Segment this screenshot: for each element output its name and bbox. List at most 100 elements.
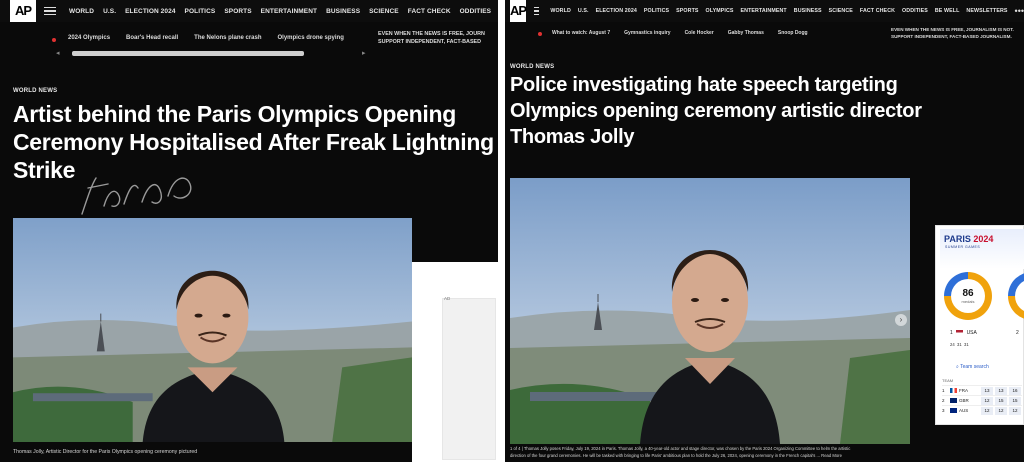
nav-item-entertainment[interactable]: ENTERTAINMENT — [261, 8, 317, 15]
advertisement[interactable] — [442, 298, 496, 460]
nav-item-election[interactable]: ELECTION 2024 — [125, 8, 175, 15]
promo-line: EVEN WHEN THE NEWS IS FREE, JOURN — [378, 31, 485, 37]
scroll-left-icon[interactable]: ◂ — [56, 49, 60, 57]
table-row[interactable]: 3 AUS 12 12 12 — [942, 405, 1022, 415]
row-country: FRA — [959, 388, 968, 393]
trending-item[interactable]: Gabby Thomas — [728, 30, 764, 36]
medal-count-ring: 86 medals — [944, 272, 992, 320]
nav-item-us[interactable]: U.S. — [578, 8, 589, 14]
promo-line: SUPPORT INDEPENDENT, FACT-BASED JOURNALI… — [891, 34, 1012, 39]
nav-item-sports[interactable]: SPORTS — [224, 8, 251, 15]
nav-item-sports[interactable]: SPORTS — [676, 8, 698, 14]
trending-dot-icon — [52, 38, 56, 42]
trending-dot-icon — [538, 32, 542, 36]
nav-item-be-well[interactable]: BE WELL — [935, 8, 960, 14]
more-menu-icon[interactable]: ••• — [1015, 6, 1024, 16]
nav-item-olympics[interactable]: OLYMPICS — [706, 8, 734, 14]
nav-item-election[interactable]: ELECTION 2024 — [596, 8, 637, 14]
trending-item[interactable]: Olympics drone spying — [278, 35, 344, 41]
country-name: USA — [966, 330, 977, 336]
nav-list: WORLD U.S. ELECTION 2024 POLITICS SPORTS… — [60, 8, 491, 15]
rank-second: 2 — [1016, 330, 1019, 336]
row-bronze: 16 — [1009, 386, 1021, 395]
medal-total: 86 — [962, 288, 974, 299]
row-gold: 12 — [981, 406, 993, 415]
paris-2024-banner: PARIS 2024 SUMMER GAMES — [940, 229, 1024, 269]
uk-flag-icon — [950, 398, 957, 403]
usa-flag-icon — [956, 330, 964, 336]
row-country: GBR — [959, 398, 969, 403]
row-silver: 13 — [995, 386, 1007, 395]
nav-item-science[interactable]: SCIENCE — [829, 8, 853, 14]
table-row[interactable]: 1 FRA 13 13 16 — [942, 385, 1022, 395]
widget-title-paris: PARIS — [944, 234, 971, 244]
nav-item-fact-check[interactable]: FACT CHECK — [408, 8, 451, 15]
team-search-label: Team search — [960, 364, 989, 370]
row-rank: 3 — [942, 408, 945, 413]
nav-item-business[interactable]: BUSINESS — [326, 8, 360, 15]
trending-item[interactable]: Boar's Head recall — [126, 35, 178, 41]
medal-count-ring-2 — [1008, 272, 1024, 320]
search-icon: ⌕ — [956, 364, 959, 370]
nav-item-oddities[interactable]: ODDITIES — [460, 8, 492, 15]
nav-item-world[interactable]: WORLD — [550, 8, 571, 14]
ap-logo[interactable]: AP — [510, 0, 527, 22]
bronze-count: 31 — [964, 342, 969, 347]
widget-subtitle: SUMMER GAMES — [945, 245, 981, 249]
trending-item[interactable]: Snoop Dogg — [778, 30, 808, 36]
promo-line: SUPPORT INDEPENDENT, FACT-BASED — [378, 39, 482, 45]
nav-list: WORLD U.S. ELECTION 2024 POLITICS SPORTS… — [543, 6, 1024, 16]
nav-item-business[interactable]: BUSINESS — [794, 8, 822, 14]
table-row[interactable]: 2 GBR 12 15 15 — [942, 395, 1022, 405]
support-promo[interactable]: EVEN WHEN THE NEWS IS FREE, JOURNALISM I… — [891, 26, 1014, 40]
rank-usa: 1 USA — [950, 330, 977, 336]
nav-item-us[interactable]: U.S. — [103, 8, 116, 15]
top-nav: AP WORLD U.S. ELECTION 2024 POLITICS SPO… — [0, 0, 498, 22]
hamburger-menu-icon[interactable] — [44, 6, 56, 16]
ap-logo[interactable]: AP — [10, 0, 36, 22]
trending-scrollbar[interactable] — [72, 51, 304, 56]
section-kicker[interactable]: WORLD NEWS — [13, 88, 57, 94]
trending-item[interactable]: 2024 Olympics — [68, 35, 110, 41]
nav-item-entertainment[interactable]: ENTERTAINMENT — [741, 8, 787, 14]
article-photo[interactable] — [510, 178, 910, 444]
trending-item[interactable]: What to watch: August 7 — [552, 30, 610, 36]
support-promo[interactable]: EVEN WHEN THE NEWS IS FREE, JOURN SUPPOR… — [378, 30, 485, 46]
promo-line: EVEN WHEN THE NEWS IS FREE, JOURNALISM I… — [891, 27, 1014, 32]
article-headline: Police investigating hate speech targeti… — [510, 74, 922, 148]
trending-item[interactable]: The Nelons plane crash — [194, 35, 261, 41]
france-flag-icon — [950, 388, 957, 393]
olympics-medal-widget[interactable]: PARIS 2024 SUMMER GAMES 86 medals 1 USA … — [935, 225, 1024, 425]
silver-count: 31 — [957, 342, 962, 347]
table-header: TEAM — [942, 378, 954, 383]
article-photo[interactable] — [13, 218, 412, 442]
team-search-link[interactable]: ⌕ Team search — [956, 364, 989, 370]
nav-item-politics[interactable]: POLITICS — [644, 8, 669, 14]
scroll-right-icon[interactable]: ▸ — [362, 49, 366, 57]
nav-item-fact-check[interactable]: FACT CHECK — [860, 8, 895, 14]
nav-item-world[interactable]: WORLD — [69, 8, 94, 15]
rank-number: 1 — [950, 330, 953, 336]
trending-item[interactable]: Gymnastics inquiry — [624, 30, 670, 36]
medal-label: medals — [961, 299, 975, 304]
next-slide-icon[interactable]: › — [895, 314, 907, 326]
medal-breakdown: 24 31 31 — [950, 342, 969, 347]
row-gold: 12 — [981, 396, 993, 405]
nav-item-oddities[interactable]: ODDITIES — [902, 8, 928, 14]
nav-item-politics[interactable]: POLITICS — [185, 8, 216, 15]
section-kicker[interactable]: WORLD NEWS — [510, 64, 554, 70]
row-country: AUS — [959, 408, 969, 413]
medal-table: TEAM 1 FRA 13 13 16 2 GBR 12 15 15 3 AUS — [942, 378, 1022, 415]
row-rank: 2 — [942, 398, 945, 403]
hamburger-menu-icon[interactable] — [534, 6, 540, 16]
row-bronze: 12 — [1009, 406, 1021, 415]
widget-title-year: 2024 — [973, 234, 994, 244]
right-screenshot: AP WORLD U.S. ELECTION 2024 POLITICS SPO… — [505, 0, 1024, 462]
nav-item-newsletters[interactable]: NEWSLETTERS — [966, 8, 1007, 14]
trending-item[interactable]: Cole Hocker — [685, 30, 714, 36]
row-rank: 1 — [942, 388, 945, 393]
top-nav: AP WORLD U.S. ELECTION 2024 POLITICS SPO… — [505, 0, 1024, 22]
photo-caption: direction of the four grand ceremonies. … — [510, 453, 842, 458]
photo-caption: Thomas Jolly, Artistic Director for the … — [13, 449, 198, 455]
nav-item-science[interactable]: SCIENCE — [369, 8, 399, 15]
